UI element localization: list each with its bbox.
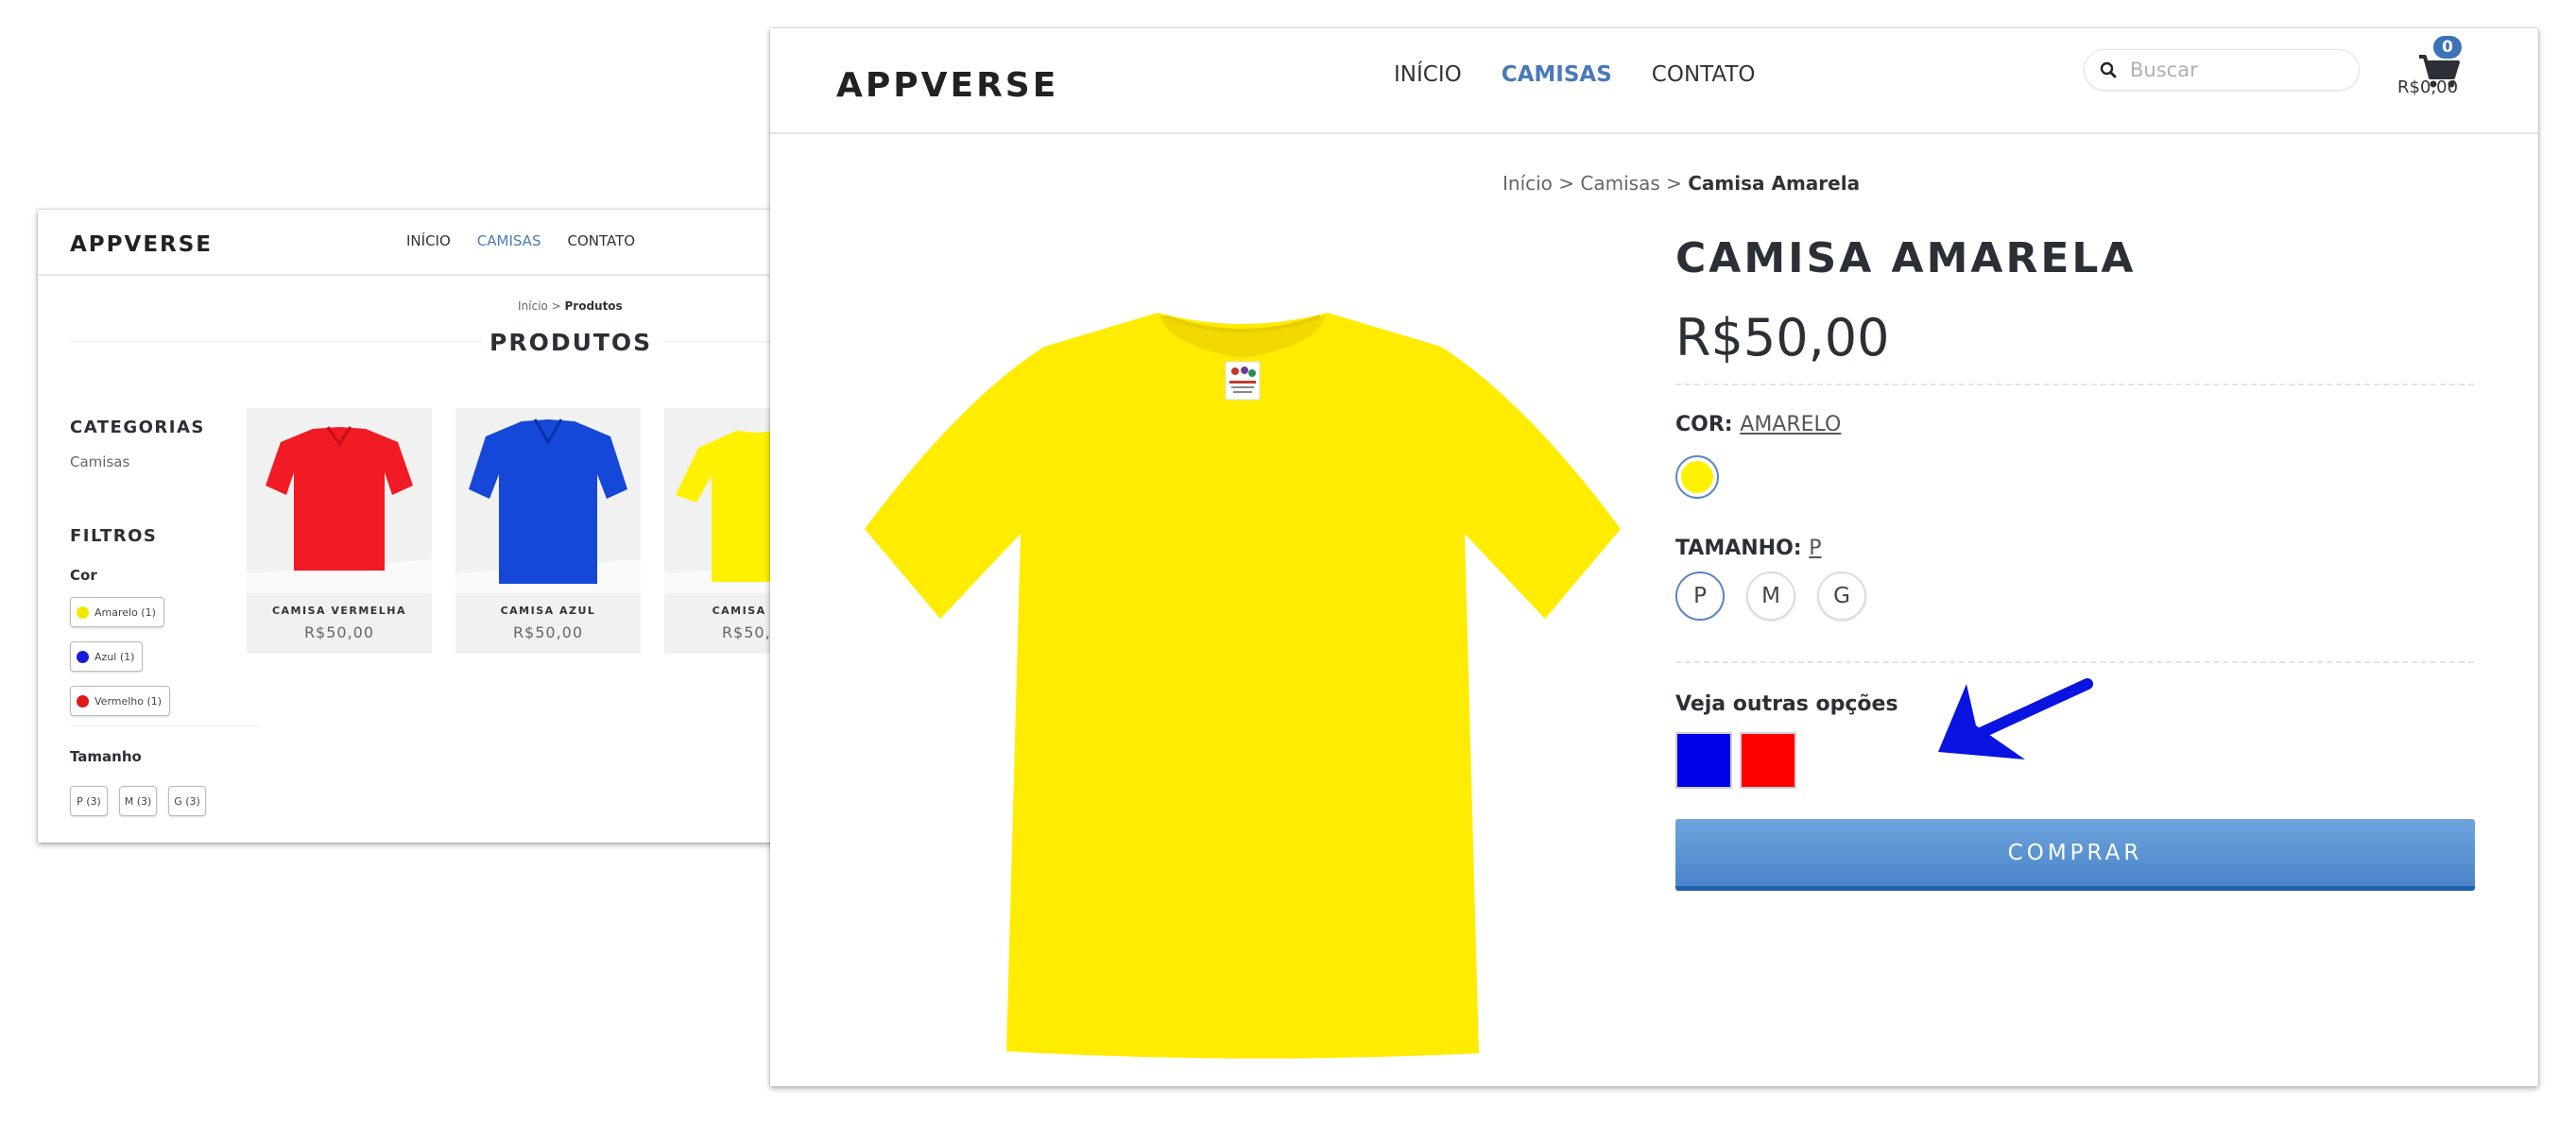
- site-logo[interactable]: APPVERSE: [836, 66, 1058, 105]
- annotation-arrow-icon: [1938, 678, 2093, 759]
- product-title: CAMISA AMARELA: [1675, 234, 2137, 282]
- catalog-logo[interactable]: APPVERSE: [70, 232, 213, 257]
- color-filter-label: Amarelo (1): [94, 606, 156, 619]
- site-header: APPVERSE INÍCIO CAMISAS CONTATO 0 R$0,00: [770, 28, 2538, 134]
- catalog-breadcrumb-current: Produtos: [564, 299, 623, 313]
- color-label: COR: AMARELO: [1675, 413, 1841, 436]
- color-label-text: COR:: [1675, 413, 1733, 436]
- size-value: P: [1809, 537, 1822, 560]
- product-price: R$50,00: [1675, 308, 1890, 367]
- catalog-nav-camisas[interactable]: CAMISAS: [477, 232, 541, 249]
- cart-total: R$0,00: [2397, 77, 2459, 97]
- red-dot-icon: [77, 694, 89, 708]
- size-label-text: TAMANHO:: [1675, 537, 1802, 560]
- breadcrumb: Início > Camisas > Camisa Amarela: [1503, 172, 1860, 195]
- size-option-p[interactable]: P: [1675, 572, 1725, 621]
- breadcrumb-category[interactable]: Camisas: [1580, 172, 1659, 195]
- product-price: R$50,00: [512, 623, 584, 641]
- color-swatch-amarelo[interactable]: [1675, 455, 1719, 499]
- cart-count-badge: 0: [2433, 36, 2462, 59]
- category-link-camisas[interactable]: Camisas: [70, 453, 129, 470]
- catalog-window: APPVERSE INÍCIO CAMISAS CONTATO Início >…: [38, 210, 888, 843]
- breadcrumb-current: Camisa Amarela: [1688, 172, 1861, 195]
- search-box: [2084, 49, 2360, 91]
- catalog-title-rule: [70, 341, 888, 342]
- red-polo-image: [247, 426, 432, 593]
- catalog-nav: INÍCIO CAMISAS CONTATO: [406, 232, 635, 249]
- catalog-breadcrumb: Início > Produtos: [518, 299, 623, 313]
- breadcrumb-sep: >: [1558, 172, 1575, 195]
- categories-title: CATEGORIAS: [70, 418, 205, 437]
- size-filter-title: Tamanho: [70, 748, 142, 765]
- section-divider: [1675, 661, 2474, 663]
- product-name: CAMISA AZUL: [500, 605, 596, 617]
- catalog-nav-contato[interactable]: CONTATO: [567, 232, 635, 249]
- product-card[interactable]: CAMISA VERMELHA R$50,00: [247, 408, 432, 654]
- other-option-red[interactable]: [1740, 732, 1796, 789]
- search-input[interactable]: [2128, 55, 2349, 85]
- breadcrumb-sep: >: [1666, 172, 1682, 195]
- yellow-swatch-fill: [1681, 461, 1713, 493]
- nav-inicio[interactable]: INÍCIO: [1394, 62, 1462, 87]
- main-nav: INÍCIO CAMISAS CONTATO: [1394, 62, 1756, 87]
- other-option-blue[interactable]: [1675, 732, 1732, 789]
- catalog-nav-inicio[interactable]: INÍCIO: [406, 232, 451, 249]
- size-label: TAMANHO: P: [1675, 537, 1822, 560]
- catalog-page-title: PRODUTOS: [482, 329, 661, 356]
- catalog-header: APPVERSE INÍCIO CAMISAS CONTATO: [38, 210, 888, 276]
- product-name: CAMISA VERMELHA: [271, 605, 407, 617]
- product-image-yellow-tshirt: [865, 313, 1621, 1059]
- size-option-m[interactable]: M: [1746, 572, 1795, 621]
- breadcrumb-home[interactable]: Início: [1503, 172, 1553, 195]
- color-filter-amarelo[interactable]: Amarelo (1): [70, 597, 164, 627]
- buy-button[interactable]: COMPRAR: [1675, 819, 2475, 891]
- blue-dot-icon: [77, 650, 89, 663]
- yellow-dot-icon: [77, 606, 89, 619]
- color-filter-azul[interactable]: Azul (1): [70, 641, 144, 672]
- filter-divider: [70, 725, 259, 726]
- color-filter-label: Vermelho (1): [94, 694, 163, 708]
- catalog-breadcrumb-home[interactable]: Início: [518, 299, 548, 313]
- product-price: R$50,00: [303, 623, 375, 641]
- color-value: AMARELO: [1740, 413, 1842, 436]
- other-options-title: Veja outras opções: [1675, 692, 1898, 716]
- size-option-g[interactable]: G: [1817, 572, 1866, 621]
- filters-title: FILTROS: [70, 526, 158, 546]
- color-filter-title: Cor: [70, 567, 97, 584]
- nav-camisas[interactable]: CAMISAS: [1502, 62, 1612, 87]
- size-filter-p[interactable]: P (3): [70, 786, 108, 816]
- catalog-breadcrumb-sep: >: [551, 299, 561, 313]
- nav-contato[interactable]: CONTATO: [1652, 62, 1756, 87]
- color-filter-vermelho[interactable]: Vermelho (1): [70, 686, 171, 716]
- search-icon[interactable]: [2100, 61, 2117, 78]
- section-divider: [1675, 384, 2474, 385]
- product-card[interactable]: CAMISA AZUL R$50,00: [455, 408, 641, 654]
- color-filter-label: Azul (1): [94, 650, 135, 663]
- size-filter-m[interactable]: M (3): [119, 786, 157, 816]
- blue-polo-image: [455, 418, 641, 593]
- size-filter-g[interactable]: G (3): [168, 786, 206, 816]
- product-window: APPVERSE INÍCIO CAMISAS CONTATO 0 R$0,00…: [770, 28, 2538, 1086]
